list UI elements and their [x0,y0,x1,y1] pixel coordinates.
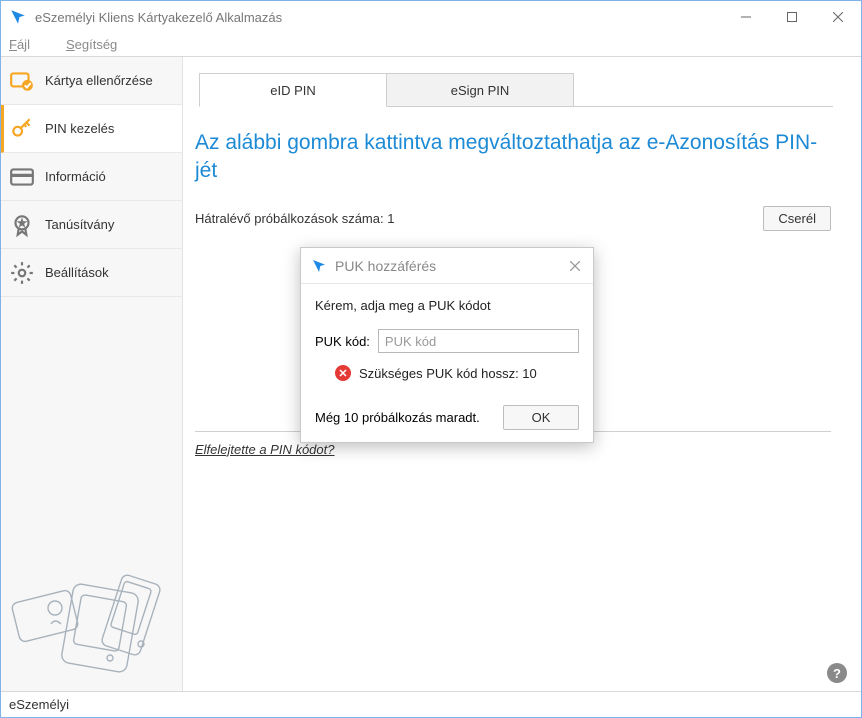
tabs: eID PIN eSign PIN [199,73,833,107]
sidebar-item-label: Tanúsítvány [45,217,114,232]
ok-button[interactable]: OK [503,405,579,430]
sidebar-illustration [1,554,182,691]
dialog-title: PUK hozzáférés [335,258,436,274]
titlebar: eSzemélyi Kliens Kártyakezelő Alkalmazás [1,1,861,33]
sidebar-item-label: PIN kezelés [45,121,114,136]
tab-esign-pin[interactable]: eSign PIN [386,73,574,107]
tab-label: eSign PIN [451,83,510,98]
error-row: ✕ Szükséges PUK kód hossz: 10 [335,365,579,381]
puk-dialog: PUK hozzáférés Kérem, adja meg a PUK kód… [300,247,594,443]
puk-field-label: PUK kód: [315,334,370,349]
sidebar-item-label: Kártya ellenőrzése [45,73,153,88]
forgot-pin-link[interactable]: Elfelejtette a PIN kódot? [195,442,833,457]
sidebar-item-cert[interactable]: Tanúsítvány [1,201,182,249]
dialog-titlebar: PUK hozzáférés [301,248,593,284]
sidebar-item-settings[interactable]: Beállítások [1,249,182,297]
sidebar-item-label: Információ [45,169,106,184]
menu-file[interactable]: Fájl [9,37,48,52]
help-icon[interactable]: ? [827,663,847,683]
dialog-message: Kérem, adja meg a PUK kódot [315,298,579,313]
sidebar-item-label: Beállítások [45,265,109,280]
sidebar-item-pin-mgmt[interactable]: PIN kezelés [1,105,182,153]
gear-icon [9,260,35,286]
menu-help[interactable]: Segítség [66,37,135,52]
key-icon [9,116,35,142]
window-title: eSzemélyi Kliens Kártyakezelő Alkalmazás [35,10,282,25]
sidebar-item-info[interactable]: Információ [1,153,182,201]
tab-label: eID PIN [270,83,316,98]
sidebar-item-card-check[interactable]: Kártya ellenőrzése [1,57,182,105]
puk-input[interactable] [378,329,579,353]
error-text: Szükséges PUK kód hossz: 10 [359,366,537,381]
card-icon [9,164,35,190]
dialog-close-icon[interactable] [567,258,583,274]
app-icon [311,258,327,274]
badge-icon [9,212,35,238]
sidebar: Kártya ellenőrzése PIN kezelés Informáci… [1,57,183,691]
error-icon: ✕ [335,365,351,381]
statusbar-text: eSzemélyi [9,697,69,712]
tab-eid-pin[interactable]: eID PIN [199,73,387,107]
minimize-button[interactable] [723,1,769,33]
remaining-attempts: Még 10 próbálkozás maradt. [315,410,480,425]
statusbar: eSzemélyi [1,691,861,717]
close-button[interactable] [815,1,861,33]
card-check-icon [9,68,35,94]
change-button[interactable]: Cserél [763,206,831,231]
app-icon [9,8,27,26]
menubar: Fájl Segítség [1,33,861,57]
page-heading: Az alábbi gombra kattintva megváltoztath… [195,129,833,186]
attempts-label: Hátralévő próbálkozások száma: 1 [195,211,394,226]
maximize-button[interactable] [769,1,815,33]
